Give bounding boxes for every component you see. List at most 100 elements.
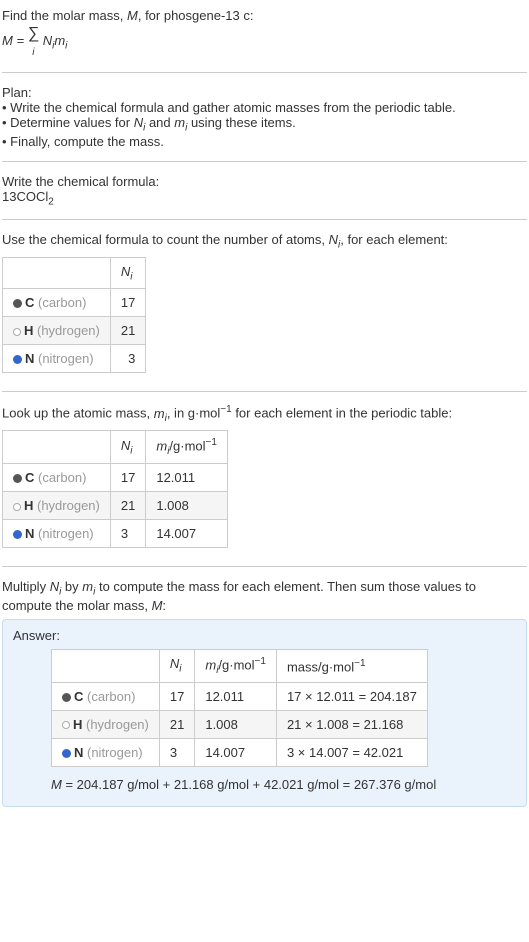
header-N: Ni xyxy=(110,257,145,289)
element-cell: N (nitrogen) xyxy=(3,345,111,373)
element-dot-icon xyxy=(13,474,22,483)
element-name: (carbon) xyxy=(34,470,86,485)
count-value: 3 xyxy=(110,520,145,548)
plan-bullet: • Write the chemical formula and gather … xyxy=(2,100,527,115)
count-value: 3 xyxy=(110,345,145,373)
count-value: 3 xyxy=(159,738,194,766)
table-row: N (nitrogen) 3 14.007 3 × 14.007 = 42.02… xyxy=(52,738,428,766)
answer-content: Ni mi/g·mol−1 mass/g·mol−1 C (carbon) 17… xyxy=(13,649,516,792)
text: : xyxy=(162,598,166,613)
mass-value: 1.008 xyxy=(146,492,228,520)
count-section: Use the chemical formula to count the nu… xyxy=(2,228,527,383)
element-symbol: H xyxy=(73,717,82,732)
multiply-text: Multiply Ni by mi to compute the mass fo… xyxy=(2,579,527,613)
header-m: mi/g·mol−1 xyxy=(195,649,277,682)
answer-table: Ni mi/g·mol−1 mass/g·mol−1 C (carbon) 17… xyxy=(51,649,428,767)
atomic-mass-section: Look up the atomic mass, mi, in g·mol−1 … xyxy=(2,400,527,558)
table-row: H (hydrogen) 21 1.008 xyxy=(3,492,228,520)
divider xyxy=(2,391,527,392)
element-name: (carbon) xyxy=(34,295,86,310)
header-empty xyxy=(52,649,160,682)
chemical-formula: 13COCl2 xyxy=(2,189,527,208)
element-symbol: C xyxy=(25,295,34,310)
mass-value: 14.007 xyxy=(195,738,277,766)
sub-i: i xyxy=(65,41,67,52)
var-N: N xyxy=(329,232,338,247)
intro-section: Find the molar mass, M, for phosgene-13 … xyxy=(2,4,527,64)
element-cell: C (carbon) xyxy=(52,682,160,710)
element-cell: H (hydrogen) xyxy=(52,710,160,738)
table-row: H (hydrogen) 21 1.008 21 × 1.008 = 21.16… xyxy=(52,710,428,738)
element-name: (carbon) xyxy=(83,689,135,704)
eq-eq: = xyxy=(13,33,28,48)
header-empty xyxy=(3,431,111,464)
divider xyxy=(2,219,527,220)
element-dot-icon xyxy=(62,693,71,702)
calc-value: 17 × 12.011 = 204.187 xyxy=(276,682,427,710)
mass-value: 1.008 xyxy=(195,710,277,738)
calc-value: 21 × 1.008 = 21.168 xyxy=(276,710,427,738)
count-value: 17 xyxy=(110,289,145,317)
final-equation: M = 204.187 g/mol + 21.168 g/mol + 42.02… xyxy=(51,777,516,792)
count-value: 21 xyxy=(159,710,194,738)
text: using these items. xyxy=(187,115,295,130)
exp: −1 xyxy=(220,404,231,415)
text: Use the chemical formula to count the nu… xyxy=(2,232,329,247)
table-row: C (carbon) 17 12.011 17 × 12.011 = 204.1… xyxy=(52,682,428,710)
text: and xyxy=(145,115,174,130)
element-name: (hydrogen) xyxy=(82,717,148,732)
atomic-mass-table: Ni mi/g·mol−1 C (carbon) 17 12.011 H (hy… xyxy=(2,430,228,548)
mass-value: 14.007 xyxy=(146,520,228,548)
table-row: H (hydrogen) 21 xyxy=(3,317,146,345)
sum-index: i xyxy=(32,47,34,58)
text: , in g·mol xyxy=(167,406,220,421)
plan-section: Plan: • Write the chemical formula and g… xyxy=(2,81,527,153)
var-N: N xyxy=(134,115,143,130)
var-m: m xyxy=(174,115,185,130)
header-m: mi/g·mol−1 xyxy=(146,431,228,464)
divider xyxy=(2,72,527,73)
header-N: Ni xyxy=(159,649,194,682)
element-dot-icon xyxy=(13,530,22,539)
plan-bullet: • Determine values for Ni and mi using t… xyxy=(2,115,527,134)
element-cell: C (carbon) xyxy=(3,289,111,317)
sum-block: ∑i xyxy=(28,25,39,58)
section-title: Write the chemical formula: xyxy=(2,174,527,189)
multiply-section: Multiply Ni by mi to compute the mass fo… xyxy=(2,575,527,811)
element-symbol: N xyxy=(25,351,34,366)
header-N: Ni xyxy=(110,431,145,464)
table-header-row: Ni mi/g·mol−1 xyxy=(3,431,228,464)
count-intro: Use the chemical formula to count the nu… xyxy=(2,232,527,251)
element-cell: C (carbon) xyxy=(3,464,111,492)
var-m: m xyxy=(82,579,93,594)
element-cell: H (hydrogen) xyxy=(3,317,111,345)
mass-value: 12.011 xyxy=(146,464,228,492)
element-name: (nitrogen) xyxy=(34,351,93,366)
chemical-formula-section: Write the chemical formula: 13COCl2 xyxy=(2,170,527,212)
var-M: M xyxy=(127,8,138,23)
formula-sub: 2 xyxy=(48,196,54,207)
text: by xyxy=(61,579,82,594)
atomic-intro: Look up the atomic mass, mi, in g·mol−1 … xyxy=(2,404,527,424)
element-symbol: N xyxy=(74,745,83,760)
element-symbol: H xyxy=(24,498,33,513)
element-dot-icon xyxy=(13,328,21,336)
element-cell: N (nitrogen) xyxy=(3,520,111,548)
text: , for phosgene-13 c: xyxy=(138,8,254,23)
count-value: 17 xyxy=(159,682,194,710)
table-row: C (carbon) 17 12.011 xyxy=(3,464,228,492)
intro-line: Find the molar mass, M, for phosgene-13 … xyxy=(2,8,527,23)
var-N: N xyxy=(43,33,52,48)
count-value: 17 xyxy=(110,464,145,492)
answer-box: Answer: Ni mi/g·mol−1 mass/g·mol−1 C (ca… xyxy=(2,619,527,807)
count-table: Ni C (carbon) 17 H (hydrogen) 21 N (nitr… xyxy=(2,257,146,374)
text: • Determine values for xyxy=(2,115,134,130)
var-M: M xyxy=(152,598,163,613)
divider xyxy=(2,566,527,567)
var-m: m xyxy=(154,406,165,421)
count-value: 21 xyxy=(110,492,145,520)
answer-label: Answer: xyxy=(13,628,516,643)
element-dot-icon xyxy=(13,503,21,511)
table-header-row: Ni xyxy=(3,257,146,289)
eq-lhs: M xyxy=(2,33,13,48)
